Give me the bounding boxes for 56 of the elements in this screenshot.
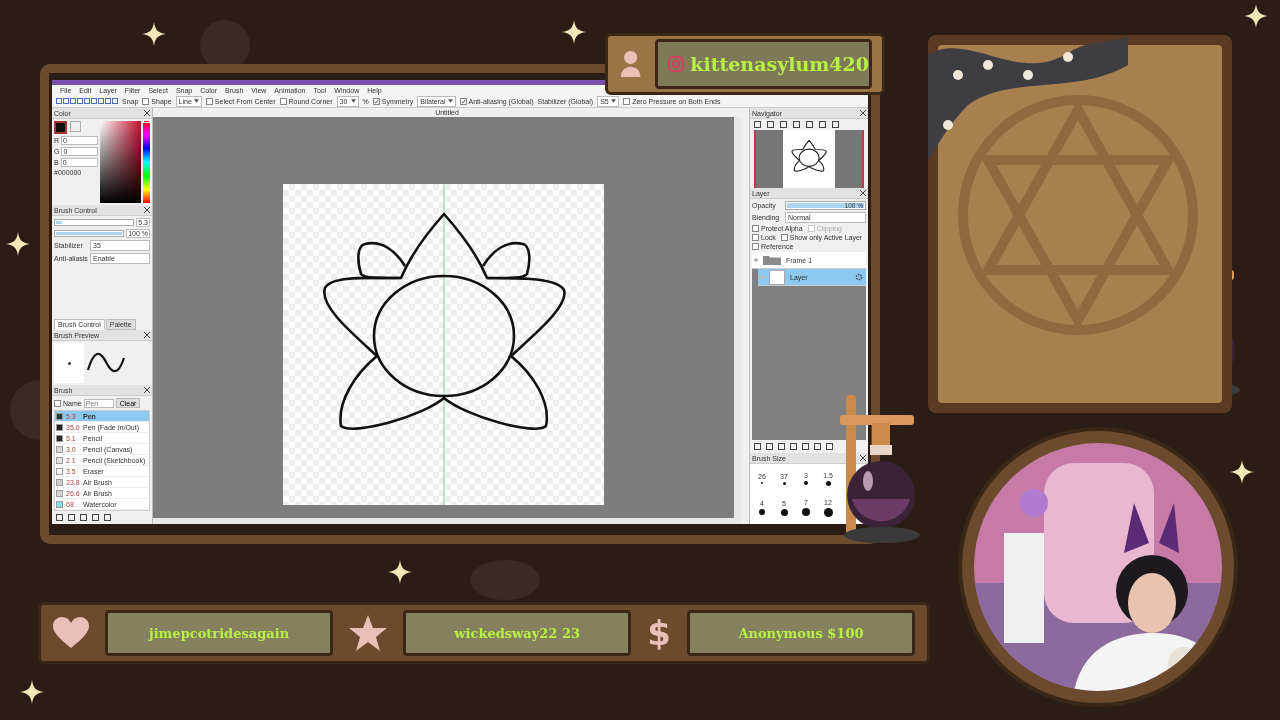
dollar-icon: $ bbox=[647, 616, 671, 650]
caret-icon bbox=[193, 99, 199, 103]
caret-icon bbox=[350, 99, 356, 103]
brush-dot-icon bbox=[67, 361, 71, 365]
brush-dot-icon bbox=[759, 509, 765, 515]
brush-dot-icon bbox=[804, 481, 808, 485]
scrollbar[interactable] bbox=[734, 117, 741, 524]
close-icon[interactable] bbox=[860, 110, 866, 116]
checkbox[interactable] bbox=[780, 234, 788, 241]
checkbox[interactable] bbox=[142, 97, 150, 105]
checkbox[interactable] bbox=[54, 399, 61, 407]
caret-icon bbox=[611, 99, 617, 103]
close-icon[interactable] bbox=[860, 190, 866, 196]
sparkle-icon bbox=[142, 22, 166, 46]
brush-dot-icon bbox=[802, 508, 810, 516]
checkbox[interactable] bbox=[752, 225, 759, 232]
sparkle-icon bbox=[6, 232, 30, 256]
brush-dot-icon bbox=[825, 480, 831, 486]
checkbox[interactable] bbox=[752, 243, 759, 250]
sparkle-icon bbox=[388, 560, 412, 584]
event-name: Anonymous $100 bbox=[738, 625, 864, 641]
color-square[interactable] bbox=[100, 121, 141, 203]
checkbox[interactable] bbox=[623, 97, 631, 105]
brush-dot-icon bbox=[823, 507, 833, 517]
sparkle-icon bbox=[1244, 4, 1268, 28]
foreground-swatch[interactable] bbox=[54, 121, 67, 134]
camera-icon bbox=[668, 56, 685, 72]
close-icon[interactable] bbox=[144, 332, 150, 338]
star-icon bbox=[349, 615, 388, 651]
close-icon[interactable] bbox=[144, 387, 150, 393]
checkbox[interactable] bbox=[459, 97, 467, 105]
slider-thumb[interactable] bbox=[143, 120, 150, 123]
sparkle-icon bbox=[1230, 460, 1254, 484]
layer-thumbnail bbox=[769, 269, 785, 285]
social-handle: kittenasylum420 bbox=[690, 53, 869, 75]
checkbox[interactable] bbox=[752, 234, 759, 241]
scrollbar[interactable] bbox=[153, 518, 734, 524]
brush-dot-icon bbox=[780, 508, 788, 516]
sparkle-icon bbox=[562, 20, 586, 44]
background-swatch[interactable] bbox=[70, 121, 81, 132]
checkbox[interactable] bbox=[205, 97, 213, 105]
heart-icon bbox=[53, 617, 89, 649]
caret-icon bbox=[447, 99, 453, 103]
canvas-thumbnail bbox=[783, 130, 835, 188]
checkbox[interactable] bbox=[279, 97, 287, 105]
close-icon[interactable] bbox=[144, 207, 150, 213]
close-icon[interactable] bbox=[860, 455, 866, 461]
snap-icons-drawing[interactable] bbox=[56, 98, 118, 104]
brush-dot-icon bbox=[782, 481, 786, 485]
event-name: wickedsway22 23 bbox=[454, 625, 580, 641]
checkbox[interactable] bbox=[372, 97, 380, 105]
gear-icon bbox=[855, 273, 863, 281]
event-name: jimepcotridesagain bbox=[148, 625, 290, 641]
sparkle-icon bbox=[20, 680, 44, 704]
hue-slider[interactable] bbox=[143, 121, 150, 203]
close-icon[interactable] bbox=[144, 110, 150, 116]
